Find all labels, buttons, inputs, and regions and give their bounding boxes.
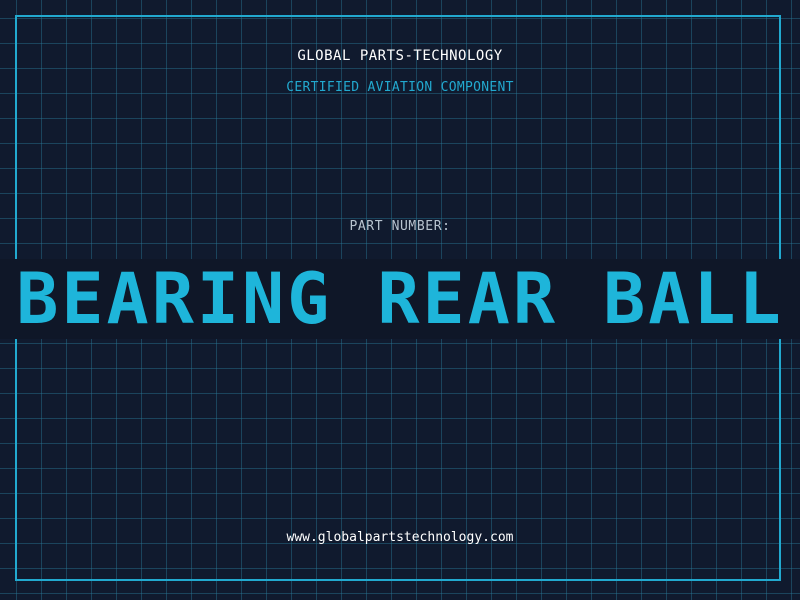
part-number-value: BEARING REAR BALL [16,258,784,340]
part-number-banner: BEARING REAR BALL [0,259,800,339]
certification-tagline: CERTIFIED AVIATION COMPONENT [286,80,514,95]
part-card: GLOBAL PARTS-TECHNOLOGY CERTIFIED AVIATI… [0,0,800,600]
company-name: GLOBAL PARTS-TECHNOLOGY [297,48,503,64]
part-number-label: PART NUMBER: [349,219,451,234]
website-url: www.globalpartstechnology.com [286,530,514,545]
